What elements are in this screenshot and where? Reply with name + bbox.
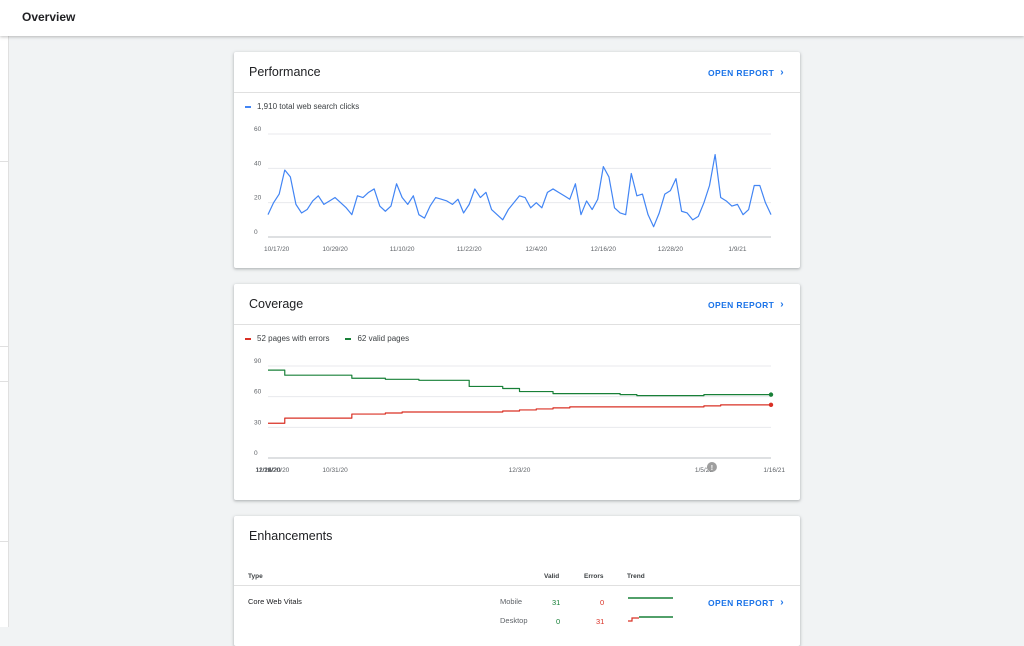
y-tick-label: 90: [254, 358, 262, 365]
coverage-chart: 030609010/20/20 10/31/2011/11/2011/22/20 1…: [254, 358, 785, 474]
x-tick-label: 1/9/21: [728, 246, 746, 253]
trend-errors-line: [628, 617, 639, 622]
error-count: 31: [596, 617, 605, 626]
column-header-trend: Trend: [627, 573, 645, 580]
rail-divider: [0, 381, 8, 382]
y-tick-label: 20: [254, 195, 262, 202]
top-bar: Overview: [0, 0, 1024, 36]
x-tick-label: 10/29/20: [322, 246, 348, 253]
y-tick-label: 0: [254, 229, 258, 236]
enhancement-type: Core Web Vitals: [248, 597, 302, 606]
valid-count: 0: [556, 617, 561, 626]
page-title: Overview: [22, 10, 76, 24]
x-tick-label: 10/31/20: [322, 467, 348, 474]
device-label: Mobile: [500, 597, 523, 606]
chevron-right-icon: ›: [780, 597, 784, 608]
x-tick-label: 10/17/20: [264, 246, 290, 253]
y-tick-label: 60: [254, 126, 262, 133]
rail-divider: [0, 541, 8, 542]
x-tick-label: 12/4/20: [525, 246, 547, 253]
error-count: 0: [600, 598, 605, 607]
y-tick-label: 40: [254, 160, 262, 167]
column-header-type: Type: [248, 573, 263, 580]
y-tick-label: 60: [254, 389, 262, 396]
trend-sparkline: [628, 616, 673, 622]
x-tick-label: 1/16/21: [763, 467, 785, 474]
x-tick-label: 11/10/20: [390, 246, 415, 253]
x-tick-label: 12/25/20: [255, 467, 281, 474]
y-tick-label: 0: [254, 450, 258, 457]
x-tick-label: 12/16/20: [591, 246, 617, 253]
annotation-marker-label: !: [711, 465, 713, 472]
series-line: [267, 153, 772, 228]
x-tick-label: 12/3/20: [509, 467, 531, 474]
column-header-valid: Valid: [544, 573, 560, 580]
valid-count: 31: [552, 598, 561, 607]
coverage-card: Coverage OPEN REPORT › 52 pages with err…: [234, 284, 800, 500]
enhancements-card-header: Enhancements: [234, 516, 800, 556]
table-divider: [234, 585, 800, 586]
device-label: Desktop: [500, 616, 528, 625]
performance-chart: 0 20 40 60 10/17/20 10/29/20 11/10/20 11/22/20 1…: [254, 126, 772, 253]
trend-sparkline: [628, 597, 673, 599]
core-web-vitals-open-report-link[interactable]: OPEN REPORT ›: [707, 597, 784, 609]
x-tick-label: 11/22/20: [457, 246, 482, 253]
series-end-point: [768, 392, 774, 397]
left-rail: [0, 36, 9, 627]
rail-divider: [0, 346, 8, 347]
enhancements-title: Enhancements: [249, 529, 333, 543]
series-end-point: [768, 402, 774, 408]
series-line: [268, 404, 771, 424]
y-tick-label: 30: [254, 419, 262, 426]
x-tick-label: 12/28/20: [658, 246, 684, 253]
rail-divider: [0, 161, 8, 162]
open-report-label: OPEN REPORT: [707, 598, 775, 608]
series-line: [268, 369, 771, 397]
performance-card: Performance OPEN REPORT › 1,910 total we…: [234, 52, 800, 268]
column-header-errors: Errors: [584, 573, 604, 580]
